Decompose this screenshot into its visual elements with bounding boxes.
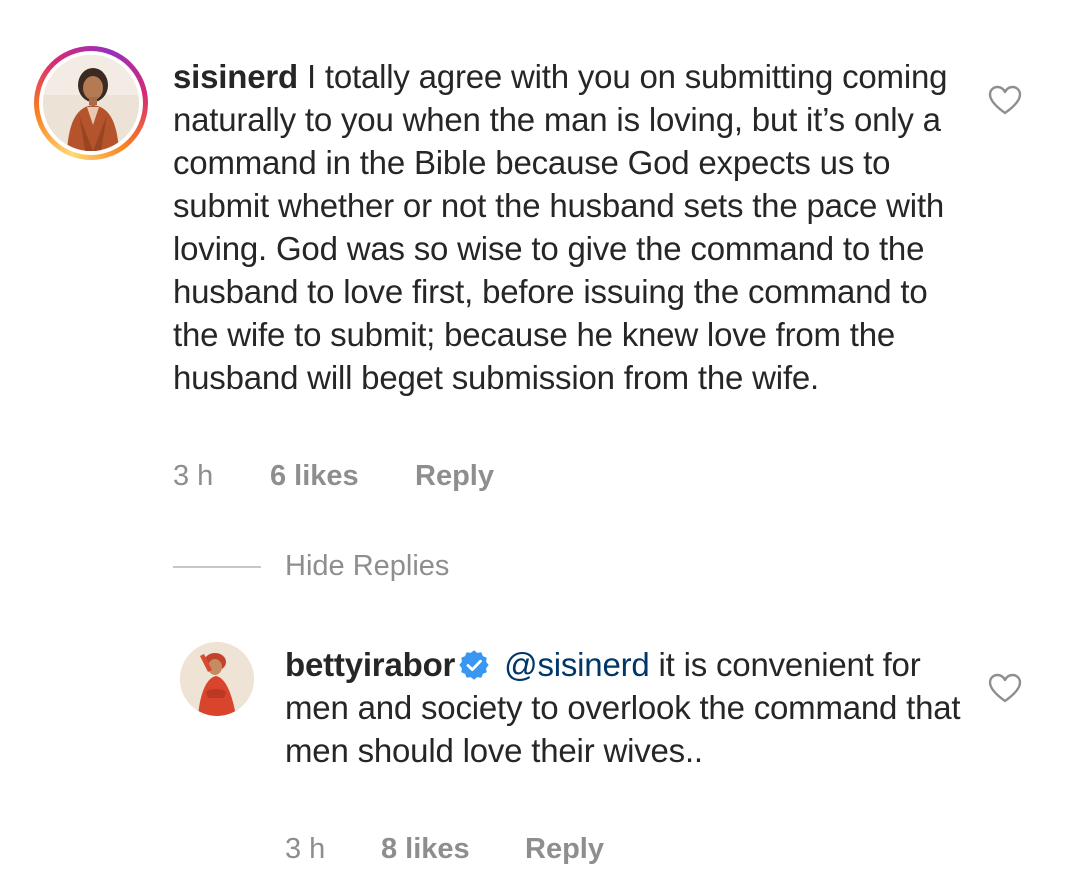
hide-replies-button[interactable]: Hide Replies	[285, 550, 449, 583]
reply-username[interactable]: bettyirabor	[285, 646, 455, 683]
person-silhouette-icon	[43, 55, 139, 151]
replies-divider	[173, 566, 261, 568]
comment-reply-button[interactable]: Reply	[415, 460, 494, 493]
reply-timestamp: 3 h	[285, 833, 326, 865]
comment-username[interactable]: sisinerd	[173, 58, 298, 95]
avatar-photo	[43, 55, 139, 151]
heart-icon[interactable]	[988, 85, 1022, 115]
reply-avatar[interactable]	[180, 642, 254, 716]
story-ring	[39, 51, 143, 155]
comment: sisinerd I totally agree with you on sub…	[0, 0, 1080, 520]
reply-mention-link[interactable]: @sisinerd	[504, 646, 650, 683]
comment-text: I totally agree with you on submitting c…	[173, 58, 948, 396]
heart-icon[interactable]	[988, 673, 1022, 703]
comment-body: sisinerd I totally agree with you on sub…	[173, 55, 963, 399]
comment-timestamp: 3 h	[173, 460, 214, 492]
reply-reply-button[interactable]: Reply	[525, 833, 604, 866]
comment-meta: 3 h 6 likes Reply	[173, 460, 494, 493]
person-silhouette-icon	[180, 642, 254, 716]
commenter-avatar[interactable]	[34, 46, 148, 160]
reply-meta: 3 h 8 likes Reply	[285, 833, 604, 866]
verified-badge-icon	[459, 650, 489, 680]
comment-likes-count[interactable]: 6 likes	[270, 460, 415, 493]
reply-likes-count[interactable]: 8 likes	[381, 833, 525, 866]
reply-body: bettyirabor @sisinerd it is convenient f…	[285, 643, 975, 772]
